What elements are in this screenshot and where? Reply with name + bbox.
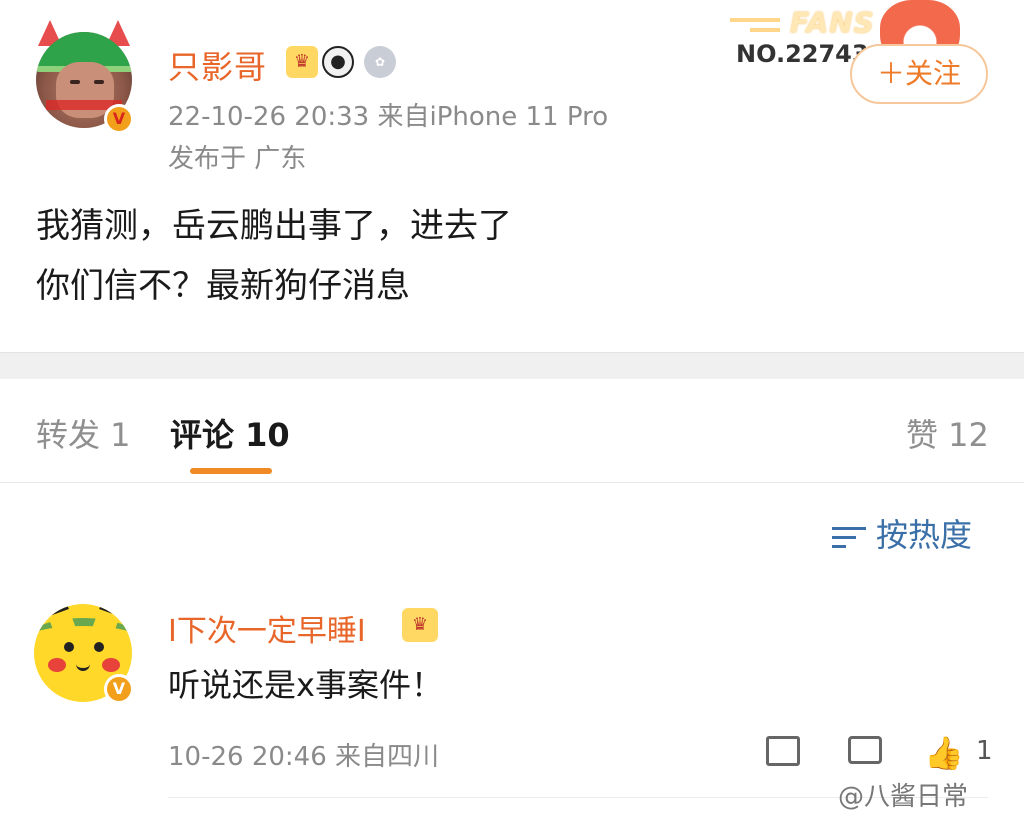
tab-repost[interactable]: 转发 1 [36,410,131,456]
comment-text: 听说还是x事案件！ [168,666,443,704]
sort-label: 按热度 [876,516,973,554]
comment-meta: 10-26 20:46 来自四川 [168,742,440,772]
crown-badge-icon[interactable]: ♛ [402,608,438,642]
panda-badge-icon[interactable]: ● [322,46,354,78]
follow-button[interactable]: ＋关注 [850,44,988,104]
watermark: @八酱日常 [838,782,969,812]
thumbs-up-icon[interactable]: 👍 [924,734,964,772]
tabs-divider [0,482,1024,483]
fans-deco-line [730,18,780,22]
post-text-line: 你们信不？最新狗仔消息 [36,266,410,306]
post-content: 我猜测，岳云鹏出事了，进去了 你们信不？最新狗仔消息 [36,196,936,316]
author-name[interactable]: 只影哥 [168,42,267,88]
comment-like-count: 1 [976,736,993,766]
author-avatar[interactable]: V [34,20,134,134]
sort-by-hot-button[interactable]: 按热度 [832,510,972,556]
verified-icon: V [104,674,134,704]
post-text-line: 我猜测，岳云鹏出事了，进去了 [36,206,512,246]
tab-comments[interactable]: 评论 10 [170,410,290,456]
sort-icon [832,523,866,551]
share-icon[interactable] [766,736,800,766]
active-tab-indicator [190,468,272,474]
section-divider [0,352,1024,379]
tab-likes[interactable]: 赞 12 [906,410,989,456]
fans-deco-line [750,28,780,32]
verified-icon: V [104,104,134,134]
medal-badge-icon[interactable]: ✿ [364,46,396,78]
post-timestamp-source: 22-10-26 20:33 来自iPhone 11 Pro [168,102,609,132]
post-location: 发布于 广东 [168,144,307,174]
commenter-name[interactable]: I下次一定早睡I [168,606,366,650]
reply-icon[interactable] [848,736,882,764]
fans-label: FANS [790,6,875,39]
crown-badge-icon[interactable]: ♛ [286,46,318,78]
commenter-avatar[interactable]: V [34,604,134,704]
